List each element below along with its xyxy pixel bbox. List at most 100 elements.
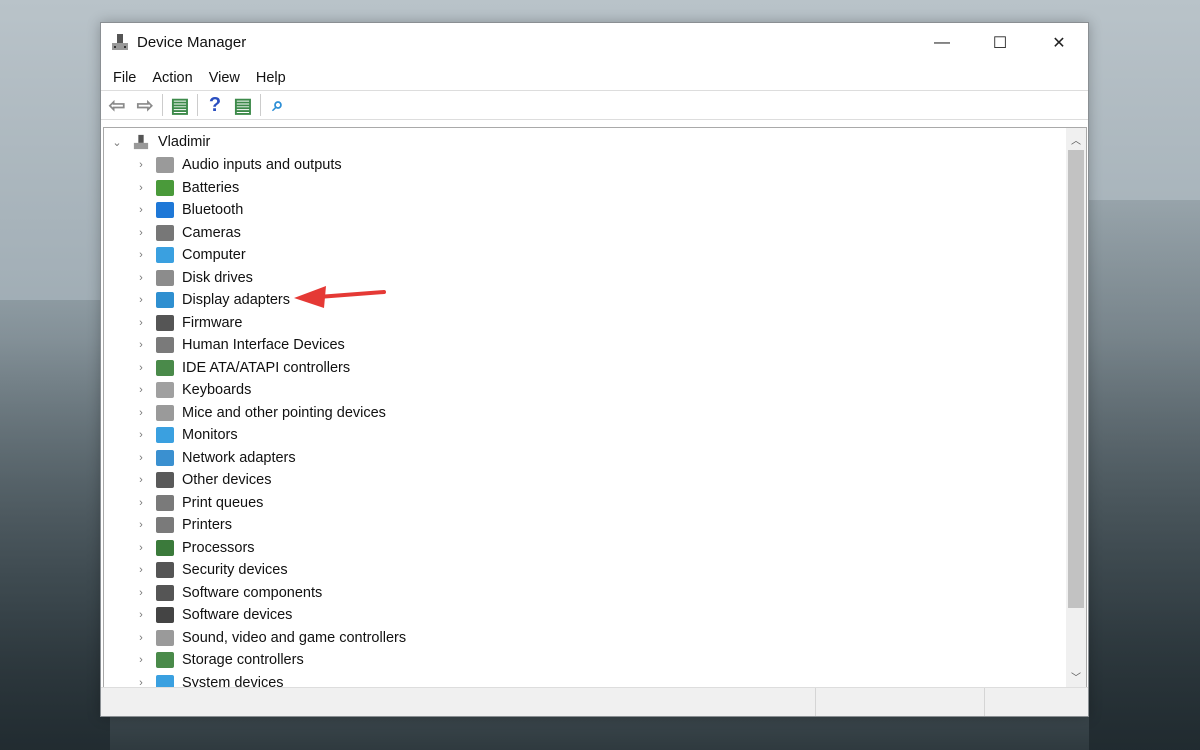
chevron-right-icon[interactable]: › <box>134 519 148 531</box>
tree-item-label: Keyboards <box>182 382 252 398</box>
properties-icon[interactable]: ▤ <box>232 95 254 117</box>
chevron-right-icon[interactable]: › <box>134 407 148 419</box>
help-icon[interactable]: ? <box>204 94 226 116</box>
tree-item[interactable]: › Printers <box>134 514 232 536</box>
device-manager-icon <box>112 34 128 50</box>
device-category-icon <box>156 427 174 443</box>
chevron-right-icon[interactable]: › <box>134 339 148 351</box>
close-button[interactable]: ✕ <box>1030 23 1088 63</box>
tree-item[interactable]: › Bluetooth <box>134 199 243 221</box>
chevron-right-icon[interactable]: › <box>134 294 148 306</box>
tree-item-label: Bluetooth <box>182 202 244 218</box>
toolbar-separator <box>260 94 261 116</box>
tree-item[interactable]: › Processors <box>134 537 255 559</box>
scrollbar-thumb[interactable] <box>1068 150 1084 608</box>
tree-item[interactable]: › Human Interface Devices <box>134 334 345 356</box>
chevron-right-icon[interactable]: › <box>134 497 148 509</box>
device-category-icon <box>156 269 174 286</box>
chevron-right-icon[interactable]: › <box>134 317 148 329</box>
scroll-up-icon[interactable]: ︿ <box>1066 132 1086 147</box>
tree-item[interactable]: › Keyboards <box>134 379 251 401</box>
tree-root[interactable]: ⌄ Vladimir <box>110 131 210 153</box>
maximize-button[interactable]: ☐ <box>971 23 1029 63</box>
tree-item-label: Software components <box>182 584 323 601</box>
tree-item-label: Audio inputs and outputs <box>182 157 342 173</box>
tree-item[interactable]: › Monitors <box>134 424 238 446</box>
chevron-right-icon[interactable]: › <box>134 542 148 554</box>
tree-item[interactable]: › Cameras <box>134 222 241 244</box>
minimize-button[interactable]: — <box>913 23 971 63</box>
device-category-icon <box>156 472 174 488</box>
chevron-right-icon[interactable]: › <box>134 452 148 464</box>
chevron-right-icon[interactable]: › <box>134 384 148 396</box>
tree-item[interactable]: › Mice and other pointing devices <box>134 402 386 424</box>
chevron-right-icon[interactable]: › <box>134 564 148 576</box>
tree-item-label: Cameras <box>182 224 241 241</box>
menu-help[interactable]: Help <box>248 70 294 86</box>
chevron-right-icon[interactable]: › <box>134 654 148 666</box>
tree-item[interactable]: › Firmware <box>134 312 242 334</box>
chevron-right-icon[interactable]: › <box>134 362 148 374</box>
device-category-icon <box>156 539 174 556</box>
scan-hardware-icon[interactable]: ⌕ <box>267 94 289 116</box>
chevron-right-icon[interactable]: › <box>134 159 148 171</box>
tree-item-label: Other devices <box>182 472 272 488</box>
chevron-down-icon[interactable]: ⌄ <box>110 136 124 149</box>
tree-item-label: Processors <box>182 539 255 556</box>
tree-item[interactable]: › Software components <box>134 582 322 604</box>
tree-item[interactable]: › Storage controllers <box>134 649 304 671</box>
tree-item[interactable]: › Batteries <box>134 177 239 199</box>
background-forest-right <box>1089 200 1200 750</box>
tree-item[interactable]: › IDE ATA/ATAPI controllers <box>134 357 350 379</box>
device-category-icon <box>156 202 174 218</box>
device-category-icon <box>156 359 174 376</box>
tree-item[interactable]: › Software devices <box>134 604 292 626</box>
tree-item-label: Security devices <box>182 562 288 578</box>
chevron-right-icon[interactable]: › <box>134 227 148 239</box>
forward-icon[interactable]: ⇨ <box>134 95 156 117</box>
root-label: Vladimir <box>158 134 211 150</box>
tree-item-label: Display adapters <box>182 292 290 308</box>
menu-file[interactable]: File <box>105 70 144 86</box>
tree-item[interactable]: › Disk drives <box>134 267 253 289</box>
menu-bar: File Action View Help <box>101 63 1088 90</box>
tree-item-label: Printers <box>182 517 232 533</box>
device-manager-window: Device Manager — ☐ ✕ File Action View Help … <box>100 22 1089 717</box>
tree-item[interactable]: › Print queues <box>134 492 263 514</box>
toolbar: ⇦ ⇨ ▤? ▤ ⌕ <box>101 90 1088 120</box>
device-category-icon <box>156 562 174 578</box>
tree-item[interactable]: › Sound, video and game controllers <box>134 627 406 649</box>
title-bar[interactable]: Device Manager — ☐ ✕ <box>101 23 1088 63</box>
tree-item[interactable]: › Computer <box>134 244 246 266</box>
tree-item[interactable]: › Network adapters <box>134 447 296 469</box>
device-category-icon <box>156 652 174 668</box>
tree-item-label: Human Interface Devices <box>182 337 345 353</box>
device-category-icon <box>156 629 174 646</box>
scroll-down-icon[interactable]: ﹀ <box>1066 669 1086 684</box>
chevron-right-icon[interactable]: › <box>134 632 148 644</box>
chevron-right-icon[interactable]: › <box>134 249 148 261</box>
tree-item[interactable]: › Audio inputs and outputs <box>134 154 342 176</box>
toolbar-separator <box>197 94 198 116</box>
tree-item-label: Print queues <box>182 494 264 511</box>
chevron-right-icon[interactable]: › <box>134 182 148 194</box>
menu-action[interactable]: Action <box>144 70 200 86</box>
device-tree: ⌄ Vladimir ︿ ﹀ › Audio inputs and outputs… <box>103 127 1087 689</box>
tree-item[interactable]: › Security devices <box>134 559 288 581</box>
toolbar-separator <box>162 94 163 116</box>
chevron-right-icon[interactable]: › <box>134 429 148 441</box>
tree-item-label: IDE ATA/ATAPI controllers <box>182 359 351 376</box>
show-hide-console-tree-icon[interactable]: ▤ <box>169 95 191 117</box>
tree-item[interactable]: › Other devices <box>134 469 271 491</box>
device-category-icon <box>156 494 174 511</box>
menu-view[interactable]: View <box>201 70 248 86</box>
vertical-scrollbar[interactable]: ︿ ﹀ <box>1066 128 1086 688</box>
device-category-icon <box>156 247 174 263</box>
tree-item[interactable]: › Display adapters <box>134 289 290 311</box>
chevron-right-icon[interactable]: › <box>134 272 148 284</box>
chevron-right-icon[interactable]: › <box>134 474 148 486</box>
chevron-right-icon[interactable]: › <box>134 609 148 621</box>
chevron-right-icon[interactable]: › <box>134 587 148 599</box>
chevron-right-icon[interactable]: › <box>134 204 148 216</box>
back-icon[interactable]: ⇦ <box>106 95 128 117</box>
